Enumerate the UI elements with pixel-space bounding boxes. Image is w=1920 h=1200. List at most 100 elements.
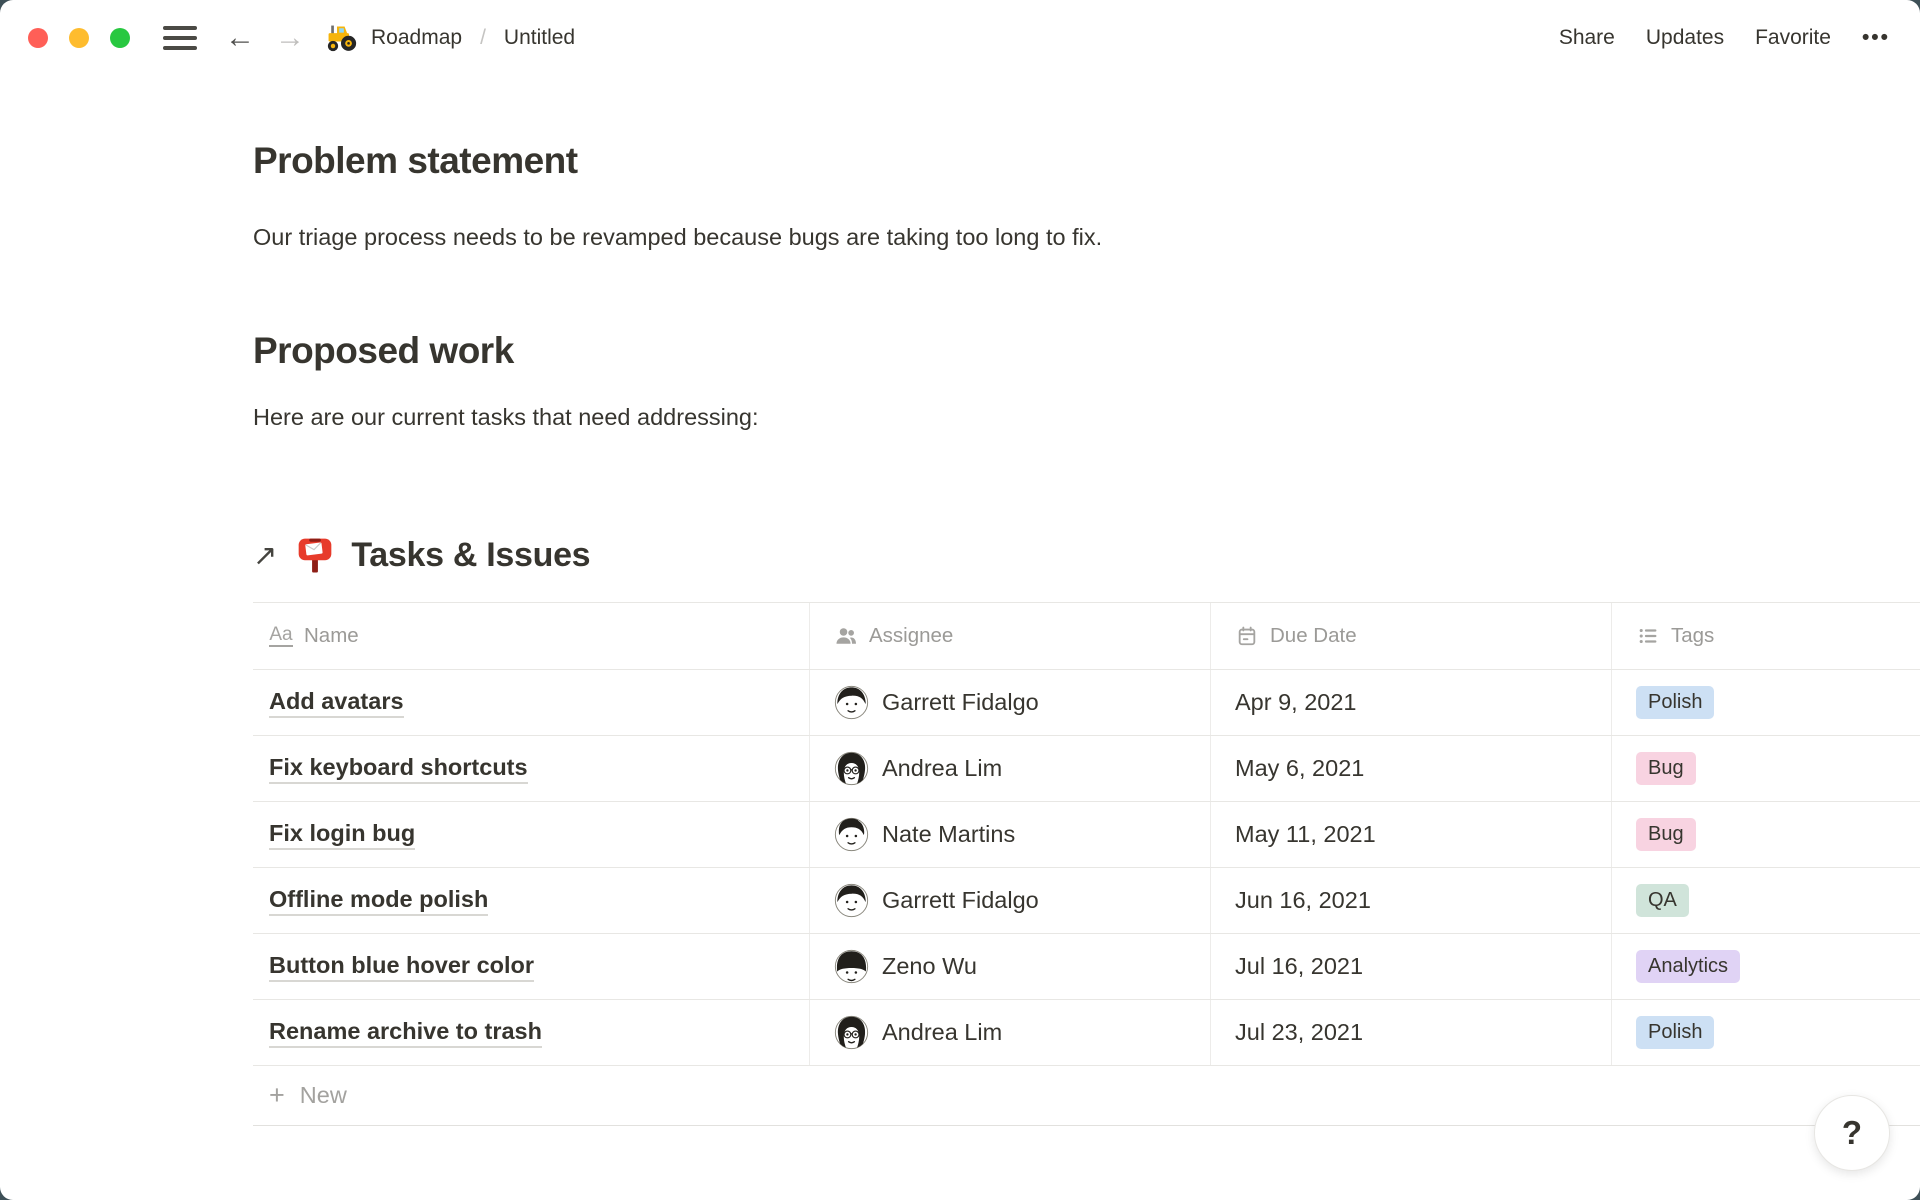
section-body-proposed-work: Here are our current tasks that need add… bbox=[253, 402, 1920, 432]
back-button[interactable]: ← bbox=[225, 23, 255, 53]
name-cell[interactable]: Rename archive to trash bbox=[253, 1000, 809, 1065]
due-date: Jun 16, 2021 bbox=[1235, 887, 1371, 914]
breadcrumb: Roadmap / Untitled bbox=[325, 22, 575, 54]
due-date: May 6, 2021 bbox=[1235, 755, 1364, 782]
mailbox-icon bbox=[294, 534, 336, 576]
table-row: Fix keyboard shortcuts Andrea Lim May 6, 2… bbox=[253, 736, 1920, 802]
column-header-assignee[interactable]: Assignee bbox=[809, 603, 1210, 669]
assignee-name: Garrett Fidalgo bbox=[882, 887, 1039, 914]
tags-cell[interactable]: Polish bbox=[1611, 1000, 1920, 1065]
section-heading-problem-statement: Problem statement bbox=[253, 138, 1920, 184]
open-as-page-arrow-icon[interactable]: ↗ bbox=[253, 538, 277, 573]
column-header-name[interactable]: AaName bbox=[253, 603, 809, 669]
due-date: Apr 9, 2021 bbox=[1235, 689, 1357, 716]
zoom-window-button[interactable] bbox=[110, 28, 130, 48]
name-cell[interactable]: Fix keyboard shortcuts bbox=[253, 736, 809, 801]
table-row: Rename archive to trash Andrea Lim Jul 23,… bbox=[253, 1000, 1920, 1066]
column-label: Name bbox=[304, 624, 359, 648]
due-date-cell[interactable]: Apr 9, 2021 bbox=[1210, 670, 1611, 735]
breadcrumb-separator: / bbox=[480, 26, 486, 50]
task-title-link[interactable]: Rename archive to trash bbox=[269, 1018, 542, 1048]
assignee-cell[interactable]: Zeno Wu bbox=[809, 934, 1210, 999]
page-content: Problem statement Our triage process nee… bbox=[0, 138, 1920, 1126]
column-label: Due Date bbox=[1270, 624, 1357, 648]
tags-cell[interactable]: Bug bbox=[1611, 736, 1920, 801]
due-date: May 11, 2021 bbox=[1235, 821, 1376, 848]
share-button[interactable]: Share bbox=[1559, 26, 1615, 50]
assignee-cell[interactable]: Garrett Fidalgo bbox=[809, 868, 1210, 933]
tag-badge[interactable]: QA bbox=[1636, 884, 1689, 917]
tags-cell[interactable]: Polish bbox=[1611, 670, 1920, 735]
help-button[interactable]: ? bbox=[1814, 1095, 1890, 1171]
more-options-button[interactable]: ••• bbox=[1862, 26, 1890, 50]
task-title-link[interactable]: Button blue hover color bbox=[269, 952, 534, 982]
updates-button[interactable]: Updates bbox=[1646, 26, 1724, 50]
tag-badge[interactable]: Polish bbox=[1636, 1016, 1714, 1049]
due-date-cell[interactable]: Jul 23, 2021 bbox=[1210, 1000, 1611, 1065]
desktop-background: ← → Roadmap / bbox=[0, 0, 1920, 1200]
column-header-due-date[interactable]: Due Date bbox=[1210, 603, 1611, 669]
breadcrumb-root-link[interactable]: Roadmap bbox=[371, 26, 462, 50]
avatar bbox=[834, 949, 869, 984]
due-date: Jul 23, 2021 bbox=[1235, 1019, 1363, 1046]
breadcrumb-current-page[interactable]: Untitled bbox=[504, 26, 575, 50]
table-row: Add avatars Garrett Fidalgo Apr 9, 2021 Pol… bbox=[253, 670, 1920, 736]
name-cell[interactable]: Add avatars bbox=[253, 670, 809, 735]
list-icon bbox=[1636, 624, 1660, 648]
assignee-name: Andrea Lim bbox=[882, 755, 1002, 782]
assignee-cell[interactable]: Nate Martins bbox=[809, 802, 1210, 867]
task-title-link[interactable]: Offline mode polish bbox=[269, 886, 488, 916]
forward-button[interactable]: → bbox=[275, 23, 305, 53]
traffic-lights bbox=[28, 28, 130, 48]
avatar bbox=[834, 751, 869, 786]
assignee-name: Zeno Wu bbox=[882, 953, 977, 980]
close-window-button[interactable] bbox=[28, 28, 48, 48]
due-date-cell[interactable]: May 11, 2021 bbox=[1210, 802, 1611, 867]
due-date-cell[interactable]: Jun 16, 2021 bbox=[1210, 868, 1611, 933]
due-date-cell[interactable]: Jul 16, 2021 bbox=[1210, 934, 1611, 999]
tags-cell[interactable]: Analytics bbox=[1611, 934, 1920, 999]
window-topbar: ← → Roadmap / bbox=[0, 0, 1920, 76]
task-title-link[interactable]: Fix keyboard shortcuts bbox=[269, 754, 528, 784]
tags-cell[interactable]: QA bbox=[1611, 868, 1920, 933]
name-cell[interactable]: Offline mode polish bbox=[253, 868, 809, 933]
assignee-cell[interactable]: Andrea Lim bbox=[809, 1000, 1210, 1065]
avatar bbox=[834, 817, 869, 852]
minimize-window-button[interactable] bbox=[69, 28, 89, 48]
tags-cell[interactable]: Bug bbox=[1611, 802, 1920, 867]
due-date: Jul 16, 2021 bbox=[1235, 953, 1363, 980]
task-title-link[interactable]: Add avatars bbox=[269, 688, 404, 718]
name-cell[interactable]: Button blue hover color bbox=[253, 934, 809, 999]
new-row-button[interactable]: + New bbox=[253, 1066, 1920, 1126]
task-title-link[interactable]: Fix login bug bbox=[269, 820, 415, 850]
column-header-tags[interactable]: Tags bbox=[1611, 603, 1920, 669]
assignee-cell[interactable]: Andrea Lim bbox=[809, 736, 1210, 801]
tag-badge[interactable]: Analytics bbox=[1636, 950, 1740, 983]
avatar bbox=[834, 685, 869, 720]
new-row-label: New bbox=[300, 1082, 347, 1109]
notion-window: ← → Roadmap / bbox=[0, 0, 1920, 1200]
column-label: Tags bbox=[1671, 624, 1714, 648]
avatar bbox=[834, 1015, 869, 1050]
assignee-name: Nate Martins bbox=[882, 821, 1015, 848]
tag-badge[interactable]: Polish bbox=[1636, 686, 1714, 719]
table-body: Add avatars Garrett Fidalgo Apr 9, 2021 Pol… bbox=[253, 670, 1920, 1066]
favorite-button[interactable]: Favorite bbox=[1755, 26, 1831, 50]
column-label: Assignee bbox=[869, 624, 953, 648]
avatar bbox=[834, 883, 869, 918]
assignee-name: Garrett Fidalgo bbox=[882, 689, 1039, 716]
assignee-cell[interactable]: Garrett Fidalgo bbox=[809, 670, 1210, 735]
due-date-cell[interactable]: May 6, 2021 bbox=[1210, 736, 1611, 801]
tractor-icon bbox=[325, 22, 357, 54]
sidebar-toggle-button[interactable] bbox=[163, 23, 199, 53]
tag-badge[interactable]: Bug bbox=[1636, 818, 1696, 851]
table-header-row: AaName Assignee Due Date Tags bbox=[253, 602, 1920, 670]
topbar-actions: Share Updates Favorite ••• bbox=[1559, 26, 1890, 50]
name-cell[interactable]: Fix login bug bbox=[253, 802, 809, 867]
section-heading-proposed-work: Proposed work bbox=[253, 328, 1920, 374]
tag-badge[interactable]: Bug bbox=[1636, 752, 1696, 785]
table-row: Fix login bug Nate Martins May 11, 2021 Bug bbox=[253, 802, 1920, 868]
people-icon bbox=[834, 624, 858, 648]
collection-title[interactable]: Tasks & Issues bbox=[351, 536, 590, 575]
table-row: Button blue hover color Zeno Wu Jul 16, 20… bbox=[253, 934, 1920, 1000]
